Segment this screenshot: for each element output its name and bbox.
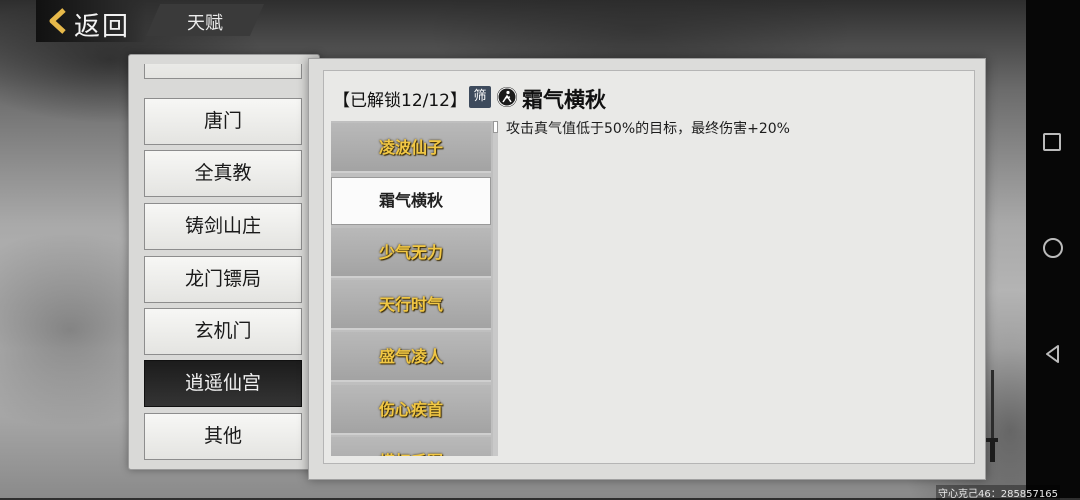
sect-item-zhujian[interactable]: 铸剑山庄 [144, 203, 302, 250]
sect-item-tangmen[interactable]: 唐门 [144, 98, 302, 145]
talent-item-tianxing[interactable]: 天行时气 [331, 280, 491, 330]
page-title: 天赋 [187, 13, 223, 34]
sect-item-longmen[interactable]: 龙门镖局 [144, 256, 302, 303]
sect-item-wudu[interactable]: 五毒教 [144, 64, 302, 79]
filter-button[interactable]: 筛 [469, 86, 491, 108]
sect-list[interactable]: 五毒教 唐门 全真教 铸剑山庄 龙门镖局 玄机门 逍遥仙宫 其他 [144, 64, 304, 464]
talent-item-hengsao[interactable]: 横扫千军 [331, 437, 491, 456]
talent-type-icon [497, 87, 517, 107]
swordsman-icon [497, 87, 517, 107]
talent-item-lingbo[interactable]: 凌波仙子 [331, 123, 491, 173]
talent-item-shangxin[interactable]: 伤心疾首 [331, 385, 491, 435]
nav-back-icon[interactable] [1043, 344, 1063, 364]
talent-item-shaoqi[interactable]: 少气无力 [331, 228, 491, 278]
talent-item-shuangqi[interactable]: 霜气横秋 [331, 177, 491, 225]
unlock-status: 【已解锁12/12】 [333, 91, 467, 111]
sect-item-xuanji[interactable]: 玄机门 [144, 308, 302, 355]
sect-item-xiaoyao[interactable]: 逍遥仙宫 [144, 360, 302, 407]
talent-description: 攻击真气值低于50%的目标，最终伤害+20% [506, 121, 790, 137]
sword-decoration-icon [986, 370, 998, 462]
recent-apps-icon[interactable] [1043, 133, 1061, 151]
talent-list[interactable]: 凌波仙子 霜气横秋 少气无力 天行时气 盛气凌人 伤心疾首 横扫千军 [331, 121, 493, 456]
back-label: 返回 [74, 12, 131, 42]
page-title-tab: 天赋 [146, 4, 264, 36]
talent-title: 霜气横秋 [522, 88, 606, 112]
scroll-thumb[interactable] [493, 121, 498, 133]
sect-item-quanzhen[interactable]: 全真教 [144, 150, 302, 197]
home-icon[interactable] [1043, 238, 1063, 258]
back-arrow-icon [49, 8, 66, 34]
back-button[interactable]: 返回 [36, 0, 146, 42]
talent-item-shengqi[interactable]: 盛气凌人 [331, 332, 491, 382]
sect-item-other[interactable]: 其他 [144, 413, 302, 460]
talent-list-scrollbar[interactable] [493, 121, 498, 456]
system-nav-bar [1026, 0, 1080, 498]
